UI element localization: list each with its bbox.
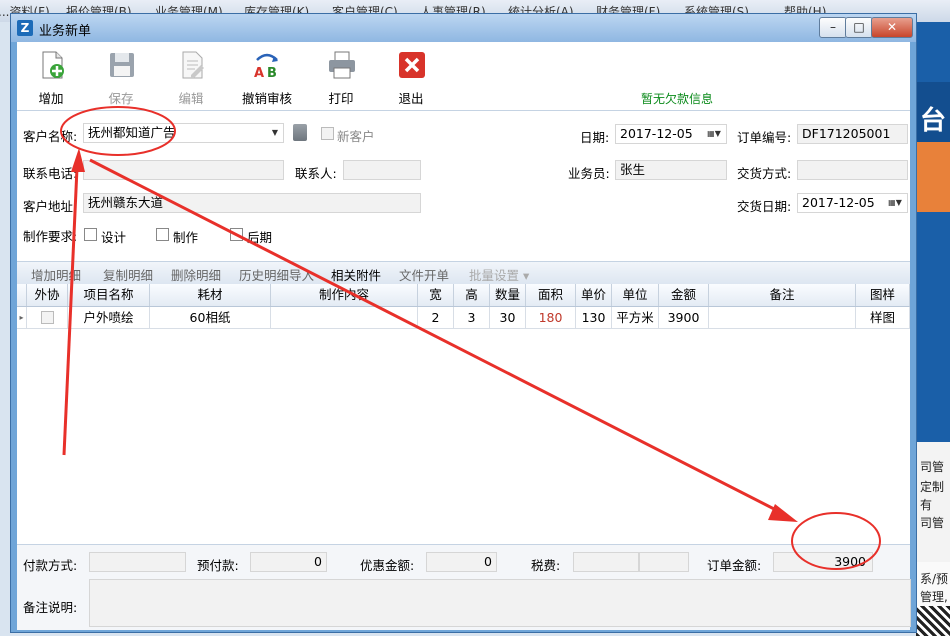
annotation-overlay (60, 106, 881, 570)
arrow-to-customer-name (62, 167, 79, 456)
order-amount-highlight-ellipse (791, 512, 881, 570)
arrow-to-order-amount (89, 158, 781, 514)
arrowhead-icon (71, 148, 85, 172)
customer-name-highlight-ellipse (60, 106, 176, 156)
